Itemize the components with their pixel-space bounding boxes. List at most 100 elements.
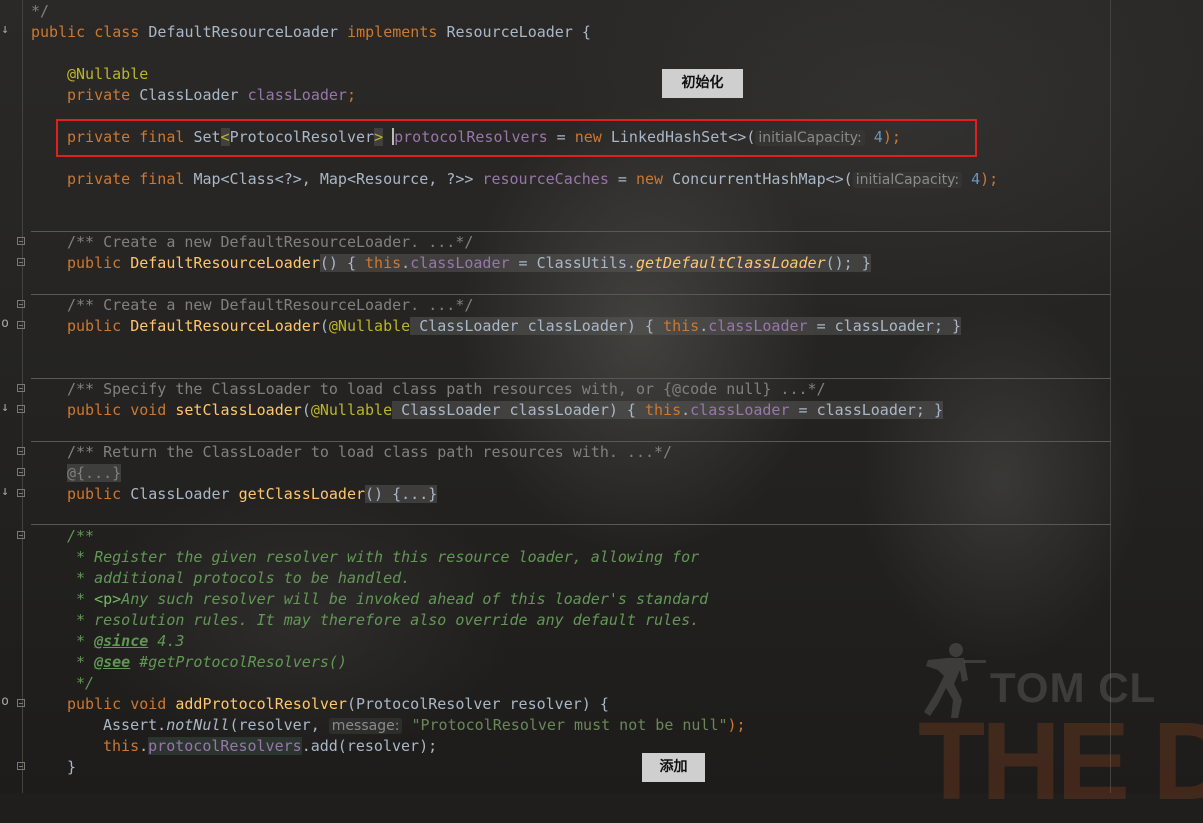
doc-comment: * Register the given resolver with this …	[67, 548, 700, 566]
code-line-doc[interactable]: /**	[67, 526, 94, 547]
token: public void	[67, 695, 176, 713]
doc-comment: * resolution rules. It may therefore als…	[67, 611, 700, 629]
token: (	[319, 317, 329, 335]
fold-toggle-icon[interactable]	[17, 321, 25, 329]
code-line-doc-collapsed[interactable]: /** Specify the ClassLoader to load clas…	[67, 379, 826, 400]
code-line-method-addprotocolresolver[interactable]: public void addProtocolResolver(Protocol…	[67, 694, 609, 715]
code-line-doc-collapsed[interactable]: /** Return the ClassLoader to load class…	[67, 442, 672, 463]
code-line-field-resourcecaches[interactable]: private final Map<Class<?>, Map<Resource…	[67, 169, 998, 190]
fold-toggle-icon[interactable]	[17, 237, 25, 245]
code-line[interactable]: */	[31, 1, 49, 22]
number: 4	[962, 170, 981, 188]
doc-comment: Any such resolver will be invoked ahead …	[121, 590, 709, 608]
token: private final	[67, 170, 194, 188]
closing-brace: }	[67, 758, 77, 776]
fold-toggle-icon[interactable]	[17, 489, 25, 497]
code-line-method-setclassloader[interactable]: public void setClassLoader(@Nullable Cla…	[67, 400, 944, 421]
code-line-doc[interactable]: * @since 4.3	[67, 631, 184, 652]
class-name: DefaultResourceLoader	[148, 23, 348, 41]
token: ClassLoader classLoader) {	[392, 401, 645, 419]
fold-toggle-icon[interactable]	[17, 258, 25, 266]
doc-comment: 4.3	[148, 632, 185, 650]
method-call: notNull	[166, 716, 230, 734]
code-line-doc-collapsed[interactable]: /** Create a new DefaultResourceLoader. …	[67, 232, 473, 253]
collapsed-body: () {...}	[365, 485, 438, 503]
field-name: protocolResolvers	[148, 737, 302, 755]
fold-toggle-icon[interactable]	[17, 762, 25, 770]
parameter-hint: message:	[328, 718, 403, 734]
token: public	[67, 317, 131, 335]
token: public	[67, 485, 131, 503]
code-line-field-classloader[interactable]: private ClassLoader classLoader;	[67, 85, 356, 106]
token: new	[635, 170, 673, 188]
fold-toggle-icon[interactable]	[17, 300, 25, 308]
fold-toggle-icon[interactable]	[17, 447, 25, 455]
collapsed-doc-comment: /** Return the ClassLoader to load class…	[67, 443, 673, 461]
implements-marker-icon[interactable]: ↓	[0, 400, 10, 415]
token: );	[980, 170, 999, 188]
type-name: ClassLoader	[130, 485, 239, 503]
init-annotation-label: 初始化	[662, 69, 743, 98]
code-line-doc[interactable]: */	[67, 673, 94, 694]
annotation: @Nullable	[328, 317, 411, 335]
token: this	[365, 254, 402, 272]
token: private	[67, 86, 140, 104]
fold-toggle-icon[interactable]	[17, 699, 25, 707]
code-line-method-getclassloader[interactable]: public ClassLoader getClassLoader() {...…	[67, 484, 438, 505]
token: =	[608, 170, 636, 188]
token: () {	[319, 254, 366, 272]
highlight-box	[56, 119, 977, 157]
token: Assert.	[103, 716, 167, 734]
method-name: DefaultResourceLoader	[130, 317, 320, 335]
doc-comment: /**	[67, 527, 95, 545]
doc-tag: @see	[94, 653, 131, 671]
doc-tag: @since	[94, 632, 149, 650]
method-name: getClassLoader	[238, 485, 366, 503]
annotation: @Nullable	[310, 401, 393, 419]
code-line-doc[interactable]: * <p>Any such resolver will be invoked a…	[67, 589, 708, 610]
override-marker-icon[interactable]: o	[0, 694, 10, 709]
fold-toggle-icon[interactable]	[17, 468, 25, 476]
implements-marker-icon[interactable]: ↓	[0, 22, 10, 37]
annotation: @Nullable	[67, 65, 149, 83]
code-line-add-resolver[interactable]: this.protocolResolvers.add(resolver);	[103, 736, 437, 757]
code-line-doc[interactable]: * resolution rules. It may therefore als…	[67, 610, 699, 631]
code-line-constructor[interactable]: public DefaultResourceLoader(@Nullable C…	[67, 316, 962, 337]
collapsed-doc-comment: /** Specify the ClassLoader to load clas…	[67, 380, 826, 398]
implements-marker-icon[interactable]: ↓	[0, 484, 10, 499]
token: (	[301, 401, 311, 419]
constructor-call: ConcurrentHashMap<>(	[672, 170, 853, 188]
code-line-assert[interactable]: Assert.notNull(resolver, message: "Proto…	[103, 715, 746, 736]
code-line[interactable]: @Nullable	[67, 64, 148, 85]
doc-comment: *	[67, 653, 95, 671]
code-line-constructor[interactable]: public DefaultResourceLoader() { this.cl…	[67, 253, 871, 274]
code-line-class-declaration[interactable]: public class DefaultResourceLoader imple…	[31, 22, 591, 43]
token: class	[94, 23, 149, 41]
type-name: ClassLoader	[139, 86, 248, 104]
fold-toggle-icon[interactable]	[17, 384, 25, 392]
code-line-doc[interactable]: * @see #getProtocolResolvers()	[67, 652, 347, 673]
token: .add(resolver);	[301, 737, 438, 755]
code-line-annotation-collapsed[interactable]: @{...}	[67, 463, 122, 484]
fold-toggle-icon[interactable]	[17, 405, 25, 413]
fold-toggle-icon[interactable]	[17, 531, 25, 539]
method-separator	[31, 524, 1111, 525]
field-name: classLoader	[690, 401, 790, 419]
collapsed-annotation: @{...}	[67, 464, 122, 482]
code-line-doc-collapsed[interactable]: /** Create a new DefaultResourceLoader. …	[67, 295, 473, 316]
token: .	[699, 317, 709, 335]
code-line-doc[interactable]: * Register the given resolver with this …	[67, 547, 699, 568]
method-call: getDefaultClassLoader	[635, 254, 826, 272]
token: ClassLoader classLoader) {	[410, 317, 664, 335]
override-marker-icon[interactable]: o	[0, 316, 10, 331]
field-name: classLoader	[708, 317, 808, 335]
code-line-doc[interactable]: * additional protocols to be handled.	[67, 568, 410, 589]
token: implements	[347, 23, 447, 41]
code-line[interactable]: }	[67, 757, 76, 778]
collapsed-doc-comment: /** Create a new DefaultResourceLoader. …	[67, 296, 474, 314]
token: .	[401, 254, 411, 272]
parameter-hint: initialCapacity:	[852, 172, 963, 188]
token: (); }	[825, 254, 871, 272]
token: = classLoader; }	[789, 401, 944, 419]
doc-comment: *	[67, 590, 95, 608]
